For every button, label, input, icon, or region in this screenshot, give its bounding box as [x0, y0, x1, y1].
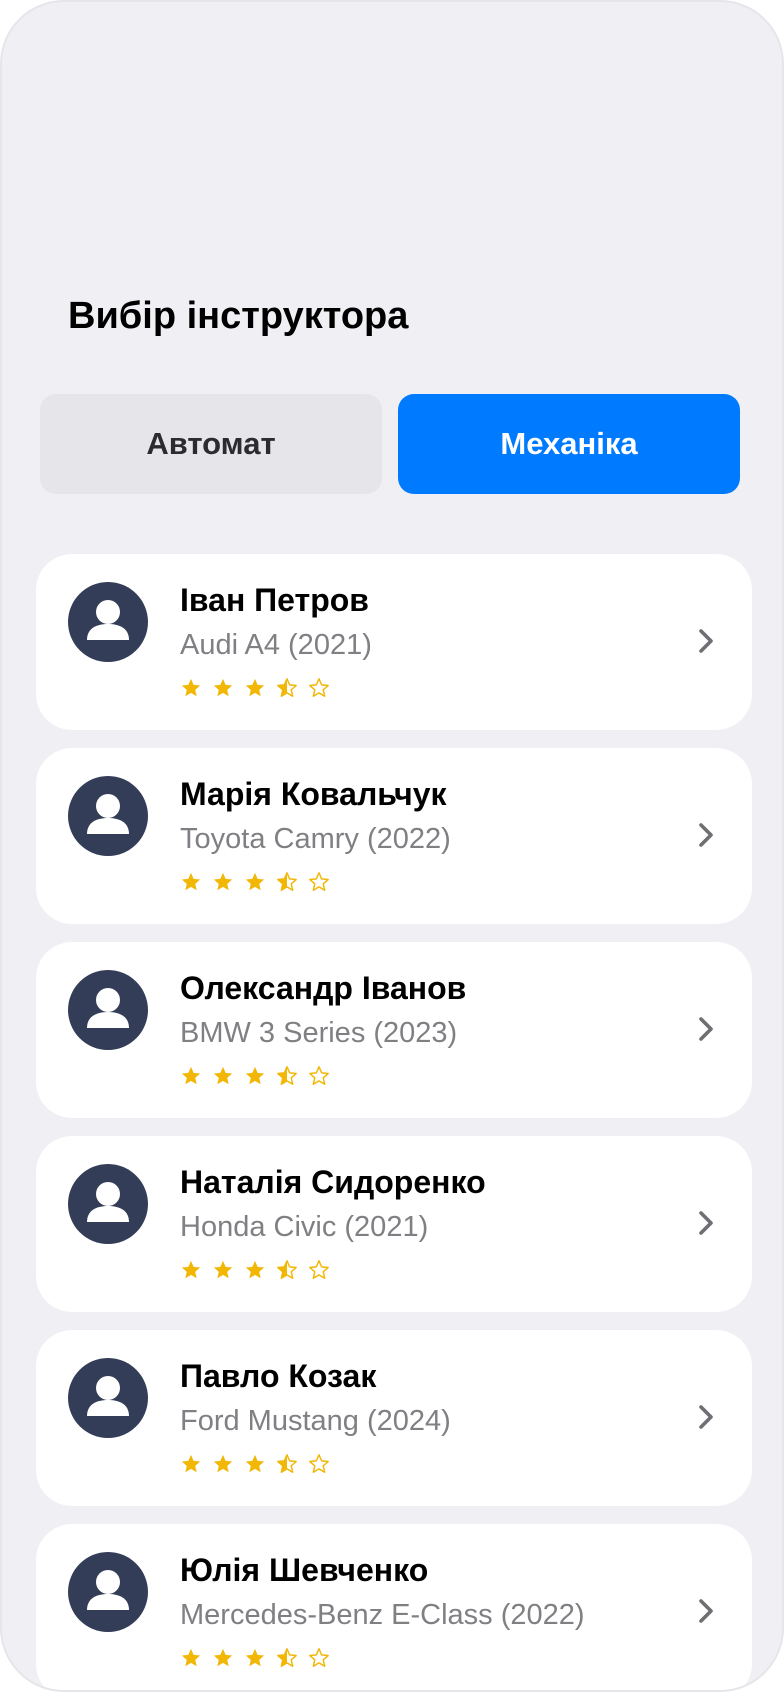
star-empty-icon	[309, 1260, 329, 1279]
avatar-icon	[68, 1552, 148, 1632]
star-full-icon	[181, 1454, 201, 1473]
instructor-car: Ford Mustang (2024)	[180, 1405, 451, 1437]
star-half-icon	[277, 872, 297, 891]
instructor-car: Audi A4 (2021)	[180, 629, 372, 661]
chevron-right-icon	[699, 823, 713, 847]
instructor-name: Іван Петров	[180, 582, 369, 618]
instructor-card[interactable]: Іван Петров Audi A4 (2021)	[36, 554, 752, 730]
star-full-icon	[213, 1066, 233, 1085]
star-full-icon	[245, 1648, 265, 1667]
transmission-automatic-button[interactable]: Автомат	[40, 394, 382, 494]
star-empty-icon	[309, 1454, 329, 1473]
instructor-card[interactable]: Юлія Шевченко Mercedes-Benz E-Class (202…	[36, 1524, 752, 1690]
star-full-icon	[245, 1454, 265, 1473]
star-full-icon	[181, 678, 201, 697]
star-full-icon	[213, 1648, 233, 1667]
instructor-car: Honda Civic (2021)	[180, 1211, 429, 1243]
person-icon	[87, 1376, 129, 1416]
avatar-icon	[68, 582, 148, 662]
star-full-icon	[245, 1260, 265, 1279]
rating-stars	[180, 866, 330, 898]
chevron-right-icon	[699, 1405, 713, 1429]
instructor-car: Toyota Camry (2022)	[180, 823, 451, 855]
star-full-icon	[213, 1454, 233, 1473]
star-full-icon	[245, 872, 265, 891]
avatar-icon	[68, 970, 148, 1050]
transmission-manual-button[interactable]: Механіка	[398, 394, 740, 494]
star-empty-icon	[309, 1648, 329, 1667]
star-full-icon	[181, 1066, 201, 1085]
instructor-card[interactable]: Марія Ковальчук Toyota Camry (2022)	[36, 748, 752, 924]
star-half-icon	[277, 1260, 297, 1279]
instructor-car: Mercedes-Benz E-Class (2022)	[180, 1599, 585, 1631]
rating-stars	[180, 1448, 330, 1480]
avatar-icon	[68, 776, 148, 856]
person-icon	[87, 1570, 129, 1610]
star-full-icon	[213, 678, 233, 697]
instructor-car: BMW 3 Series (2023)	[180, 1017, 458, 1049]
avatar-icon	[68, 1358, 148, 1438]
star-full-icon	[181, 1260, 201, 1279]
instructor-name: Юлія Шевченко	[180, 1552, 429, 1588]
instructor-card[interactable]: Наталія Сидоренко Honda Civic (2021)	[36, 1136, 752, 1312]
instructor-name: Олександр Іванов	[180, 970, 467, 1006]
chevron-right-icon	[699, 1599, 713, 1623]
star-half-icon	[277, 1648, 297, 1667]
chevron-right-icon	[699, 1017, 713, 1041]
page-title: Вибір інструктора	[68, 295, 409, 337]
star-empty-icon	[309, 678, 329, 697]
star-full-icon	[213, 872, 233, 891]
chevron-right-icon	[699, 1211, 713, 1235]
person-icon	[87, 1182, 129, 1222]
rating-stars	[180, 1060, 330, 1092]
chevron-right-icon	[699, 629, 713, 653]
rating-stars	[180, 1254, 330, 1286]
person-icon	[87, 794, 129, 834]
phone-screen: Вибір інструктора Автомат Механіка Іван …	[0, 0, 784, 1692]
person-icon	[87, 600, 129, 640]
instructor-card[interactable]: Павло Козак Ford Mustang (2024)	[36, 1330, 752, 1506]
star-empty-icon	[309, 872, 329, 891]
instructor-name: Марія Ковальчук	[180, 776, 447, 812]
star-full-icon	[213, 1260, 233, 1279]
star-half-icon	[277, 1454, 297, 1473]
rating-stars	[180, 672, 330, 704]
instructor-name: Павло Козак	[180, 1358, 377, 1394]
instructor-card[interactable]: Олександр Іванов BMW 3 Series (2023)	[36, 942, 752, 1118]
avatar-icon	[68, 1164, 148, 1244]
instructor-name: Наталія Сидоренко	[180, 1164, 486, 1200]
star-full-icon	[245, 678, 265, 697]
star-half-icon	[277, 678, 297, 697]
instructor-list: Іван Петров Audi A4 (2021) Марія Ковальч…	[36, 554, 752, 1690]
star-full-icon	[181, 872, 201, 891]
star-full-icon	[181, 1648, 201, 1667]
rating-stars	[180, 1642, 330, 1674]
star-empty-icon	[309, 1066, 329, 1085]
star-half-icon	[277, 1066, 297, 1085]
person-icon	[87, 988, 129, 1028]
star-full-icon	[245, 1066, 265, 1085]
